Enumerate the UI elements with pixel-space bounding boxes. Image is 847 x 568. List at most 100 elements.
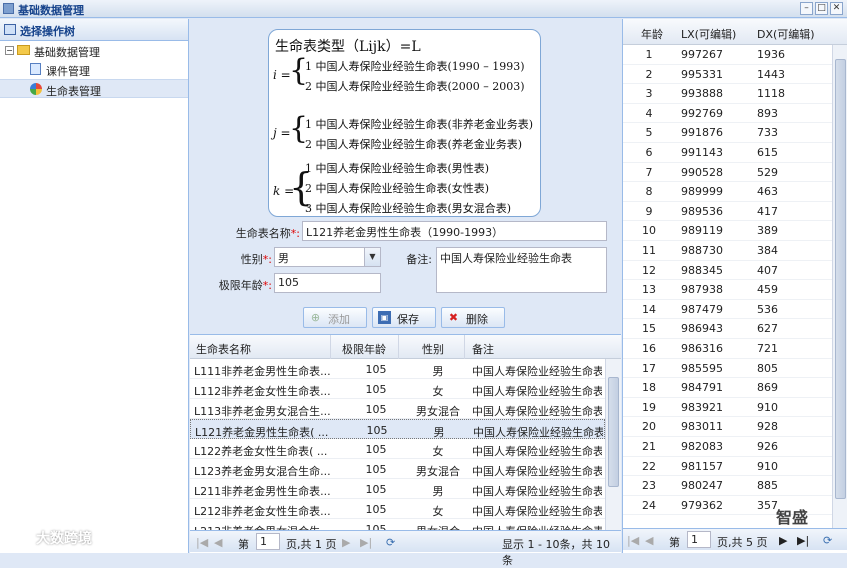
table-row[interactable]: 12 988345 407 xyxy=(623,261,832,281)
table-row[interactable]: 18 984791 869 xyxy=(623,378,832,398)
table-cell[interactable]: 991143 xyxy=(681,146,723,159)
table-cell[interactable]: 417 xyxy=(757,205,778,218)
table-cell[interactable]: 987479 xyxy=(681,303,723,316)
collapse-icon[interactable]: − xyxy=(5,46,14,55)
column-header-limit-age[interactable]: 极限年龄 xyxy=(342,341,386,357)
table-row[interactable]: L113非养老金男女混合生... 105 男女混合 中国人寿保险业经验生命表 xyxy=(190,399,605,419)
table-row[interactable]: 10 989119 389 xyxy=(623,221,832,241)
table-cell[interactable]: 529 xyxy=(757,166,778,179)
table-cell[interactable]: 733 xyxy=(757,126,778,139)
table-row[interactable]: 6 991143 615 xyxy=(623,143,832,163)
table-cell[interactable]: 893 xyxy=(757,107,778,120)
minimize-button[interactable]: – xyxy=(800,2,813,15)
scroll-thumb[interactable] xyxy=(835,59,846,499)
table-cell[interactable]: 389 xyxy=(757,224,778,237)
table-cell[interactable]: 615 xyxy=(757,146,778,159)
table-cell[interactable]: 997267 xyxy=(681,48,723,61)
table-row[interactable]: 14 987479 536 xyxy=(623,300,832,320)
values-grid-scrollbar[interactable] xyxy=(832,45,847,531)
table-cell[interactable]: 983011 xyxy=(681,420,723,433)
table-row[interactable]: L211非养老金男性生命表... 105 男 中国人寿保险业经验生命表 xyxy=(190,479,605,499)
table-row[interactable]: 17 985595 805 xyxy=(623,359,832,379)
table-row[interactable]: 3 993888 1118 xyxy=(623,84,832,104)
close-button[interactable]: ✕ xyxy=(830,2,843,15)
table-row[interactable]: 8 989999 463 xyxy=(623,182,832,202)
table-cell[interactable]: 357 xyxy=(757,499,778,512)
table-cell[interactable]: 463 xyxy=(757,185,778,198)
column-header-remark[interactable]: 备注 xyxy=(472,341,494,357)
table-cell[interactable]: 986316 xyxy=(681,342,723,355)
table-cell[interactable]: 992769 xyxy=(681,107,723,120)
table-row[interactable]: 4 992769 893 xyxy=(623,104,832,124)
table-cell[interactable]: 384 xyxy=(757,244,778,257)
table-cell[interactable]: 989119 xyxy=(681,224,723,237)
table-row[interactable]: L123养老金男女混合生命... 105 男女混合 中国人寿保险业经验生命表 xyxy=(190,459,605,479)
table-row[interactable]: 2 995331 1443 xyxy=(623,65,832,85)
table-row[interactable]: 11 988730 384 xyxy=(623,241,832,261)
tree-node-life-table[interactable]: 生命表管理 xyxy=(0,79,188,98)
prev-page-icon[interactable]: ◀ xyxy=(214,536,222,549)
table-cell[interactable]: 910 xyxy=(757,460,778,473)
table-row[interactable]: 20 983011 928 xyxy=(623,417,832,437)
table-cell[interactable]: 536 xyxy=(757,303,778,316)
table-cell[interactable]: 407 xyxy=(757,264,778,277)
table-cell[interactable]: 989999 xyxy=(681,185,723,198)
page-number-input[interactable]: 1 xyxy=(687,531,711,548)
table-cell[interactable]: 869 xyxy=(757,381,778,394)
page-number-input[interactable]: 1 xyxy=(256,533,280,550)
table-cell[interactable]: 721 xyxy=(757,342,778,355)
next-page-icon[interactable]: ▶ xyxy=(779,534,787,547)
table-cell[interactable]: 986943 xyxy=(681,322,723,335)
table-row[interactable]: 16 986316 721 xyxy=(623,339,832,359)
table-cell[interactable]: 988730 xyxy=(681,244,723,257)
chevron-down-icon[interactable]: ▼ xyxy=(364,248,380,266)
table-row[interactable]: 5 991876 733 xyxy=(623,123,832,143)
prev-page-icon[interactable]: ◀ xyxy=(645,534,653,547)
table-cell[interactable]: 805 xyxy=(757,362,778,375)
column-header-dx[interactable]: DX(可编辑) xyxy=(757,26,815,42)
table-cell[interactable]: 627 xyxy=(757,322,778,335)
table-cell[interactable]: 988345 xyxy=(681,264,723,277)
refresh-icon[interactable]: ⟳ xyxy=(823,534,832,547)
first-page-icon[interactable]: |◀ xyxy=(196,536,208,549)
column-header-lx[interactable]: LX(可编辑) xyxy=(681,26,736,42)
table-row[interactable]: 22 981157 910 xyxy=(623,457,832,477)
table-row[interactable]: L121养老金男性生命表( ... 105 男 中国人寿保险业经验生命表 xyxy=(190,419,605,439)
add-button[interactable]: ⊕ 添加 xyxy=(303,307,367,328)
gender-select[interactable]: 男 ▼ xyxy=(274,247,381,267)
table-cell[interactable]: 926 xyxy=(757,440,778,453)
table-cell[interactable]: 991876 xyxy=(681,126,723,139)
table-cell[interactable]: 885 xyxy=(757,479,778,492)
table-cell[interactable]: 989536 xyxy=(681,205,723,218)
table-cell[interactable]: 984791 xyxy=(681,381,723,394)
table-cell[interactable]: 983921 xyxy=(681,401,723,414)
scroll-thumb[interactable] xyxy=(608,377,619,487)
life-table-name-input[interactable]: L121养老金男性生命表（1990-1993） xyxy=(302,221,607,241)
remark-textarea[interactable]: 中国人寿保险业经验生命表 xyxy=(436,247,607,293)
tree-node-courseware[interactable]: 课件管理 xyxy=(0,60,188,79)
table-row[interactable]: 13 987938 459 xyxy=(623,280,832,300)
table-cell[interactable]: 995331 xyxy=(681,68,723,81)
delete-button[interactable]: ✖ 删除 xyxy=(441,307,505,328)
limit-age-input[interactable]: 105 xyxy=(274,273,381,293)
first-page-icon[interactable]: |◀ xyxy=(627,534,639,547)
save-button[interactable]: ▣ 保存 xyxy=(372,307,436,328)
column-header-age[interactable]: 年龄 xyxy=(641,26,663,42)
table-row[interactable]: L122养老金女性生命表( ... 105 女 中国人寿保险业经验生命表 xyxy=(190,439,605,459)
table-row[interactable]: 19 983921 910 xyxy=(623,398,832,418)
table-cell[interactable]: 459 xyxy=(757,283,778,296)
table-row[interactable]: L111非养老金男性生命表... 105 男 中国人寿保险业经验生命表 xyxy=(190,359,605,379)
table-cell[interactable]: 1936 xyxy=(757,48,785,61)
maximize-button[interactable]: □ xyxy=(815,2,828,15)
table-cell[interactable]: 928 xyxy=(757,420,778,433)
table-cell[interactable]: 1443 xyxy=(757,68,785,81)
next-page-icon[interactable]: ▶ xyxy=(342,536,350,549)
table-cell[interactable]: 993888 xyxy=(681,87,723,100)
table-cell[interactable]: 981157 xyxy=(681,460,723,473)
last-page-icon[interactable]: ▶| xyxy=(797,534,809,547)
table-row[interactable]: 21 982083 926 xyxy=(623,437,832,457)
table-cell[interactable]: 982083 xyxy=(681,440,723,453)
table-row[interactable]: 7 990528 529 xyxy=(623,163,832,183)
table-cell[interactable]: 1118 xyxy=(757,87,785,100)
tree-node-basic-data[interactable]: − 基础数据管理 xyxy=(0,41,188,60)
